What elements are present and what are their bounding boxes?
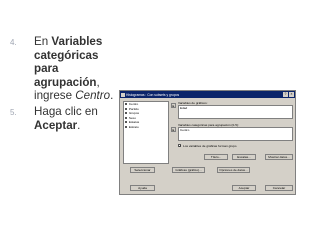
app-icon (121, 92, 125, 97)
instruction-step: 5. Haga clic en Aceptar. (10, 105, 122, 132)
step-text-part: Centro (75, 89, 111, 103)
select-button[interactable]: Seleccionar (130, 167, 155, 173)
step-text-part: Aceptar (34, 118, 78, 132)
data-options-button[interactable]: Opciones de datos... (217, 167, 250, 173)
step-text-part: . (110, 89, 114, 103)
group-checkbox[interactable]: ✓ (178, 144, 182, 148)
variable-icon (125, 103, 128, 106)
variable-icon (125, 125, 128, 128)
variable-icon (125, 116, 128, 119)
help-button[interactable]: Ayuda (130, 185, 155, 191)
cancel-button[interactable]: Cancelar (265, 185, 293, 191)
histogram-dialog: Histogramas : Con subsets y grupos ? × C… (119, 90, 296, 195)
step-text-part: . (77, 118, 81, 132)
ok-button[interactable]: Aceptar (232, 185, 256, 191)
instruction-list: 4. En Variables categóricas para agrupaci… (10, 35, 122, 134)
move-to-graph-vars-arrow-icon[interactable]: ► (171, 103, 176, 108)
group-vars-value: Centro (180, 128, 190, 132)
step-text: En Variables categóricas para agrupación… (34, 35, 122, 103)
variable-name: Estrato (128, 124, 139, 129)
variable-icon (125, 121, 128, 124)
title-button[interactable]: Título... (204, 154, 228, 160)
graph-options-button[interactable]: Gráficas (gráfico)... (172, 167, 205, 173)
graph-vars-value: Edad (180, 106, 188, 110)
move-to-group-vars-arrow-icon[interactable]: ► (171, 127, 176, 132)
variable-icon (125, 112, 128, 115)
show-data-button[interactable]: Mostrar datos... (265, 154, 293, 160)
dialog-title: Histogramas : Con subsets y grupos (126, 92, 180, 97)
close-icon[interactable]: × (289, 92, 294, 97)
dialog-titlebar: Histogramas : Con subsets y grupos ? × (120, 91, 295, 98)
step-number: 5. (10, 107, 17, 117)
variable-list[interactable]: Centro Partido Grupos Sexo Estatus Estrato (123, 101, 169, 164)
step-text-part: En (34, 35, 52, 48)
group-vars-field[interactable]: Centro (178, 127, 293, 141)
variable-list-item[interactable]: Estrato (124, 125, 168, 130)
help-title-button[interactable]: ? (283, 92, 288, 97)
graph-vars-field[interactable]: Edad (178, 105, 293, 119)
step-text-part: Haga clic en (34, 104, 98, 118)
scale-button[interactable]: Escalas... (232, 154, 256, 160)
instruction-step: 4. En Variables categóricas para agrupaci… (10, 35, 122, 103)
step-number: 4. (10, 38, 17, 47)
step-text: Haga clic en Aceptar. (34, 105, 122, 132)
group-checkbox-label: Los variables de gráficas forman grupo (183, 144, 237, 148)
variable-icon (125, 107, 128, 110)
